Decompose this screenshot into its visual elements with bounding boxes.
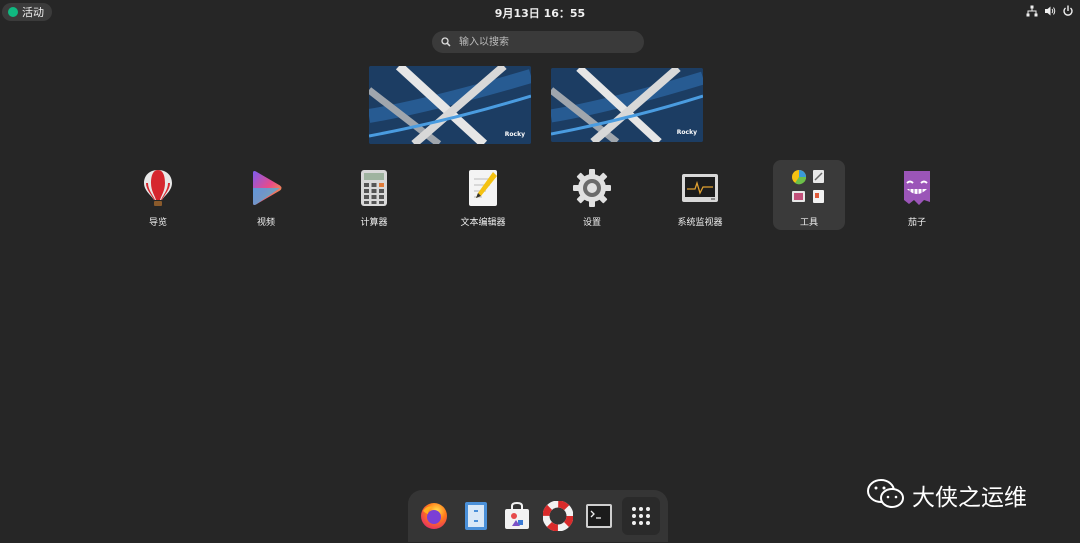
help-lifebuoy-icon bbox=[543, 501, 573, 531]
app-settings[interactable]: 设置 bbox=[556, 160, 628, 230]
app-label: 视频 bbox=[256, 218, 275, 228]
system-tray[interactable] bbox=[1026, 5, 1074, 17]
search-input[interactable] bbox=[457, 35, 641, 49]
search-bar[interactable] bbox=[432, 31, 644, 53]
workspace-brand-label: Rocky bbox=[676, 129, 697, 136]
workspace-thumbnail-1[interactable]: Rocky bbox=[369, 66, 531, 144]
hot-air-balloon-icon bbox=[144, 170, 172, 206]
search-icon bbox=[441, 37, 451, 47]
app-folder-tools[interactable]: 工具 bbox=[773, 160, 845, 230]
terminal-icon bbox=[586, 504, 612, 528]
files-icon bbox=[465, 502, 487, 530]
dock-terminal[interactable] bbox=[583, 500, 615, 532]
clock-button[interactable]: 9月13日 16：55 bbox=[495, 7, 585, 20]
app-system-monitor[interactable]: 系统监视器 bbox=[664, 160, 736, 230]
power-icon[interactable] bbox=[1062, 5, 1074, 17]
app-label: 文本编辑器 bbox=[460, 218, 506, 228]
app-tour[interactable]: 导览 bbox=[122, 160, 194, 230]
app-calculator[interactable]: 计算器 bbox=[338, 160, 410, 230]
workspace-thumbnail-2[interactable]: Rocky bbox=[551, 68, 703, 142]
dock-software[interactable] bbox=[501, 500, 533, 532]
cheese-icon bbox=[904, 171, 930, 205]
wechat-icon bbox=[867, 479, 904, 508]
video-play-icon bbox=[253, 171, 282, 205]
app-label: 茄子 bbox=[907, 218, 926, 228]
dock-firefox[interactable] bbox=[418, 500, 450, 532]
watermark: 大侠之运维 bbox=[866, 478, 1027, 512]
dock-show-apps[interactable] bbox=[622, 497, 660, 535]
dock-files[interactable] bbox=[460, 500, 492, 532]
gear-icon bbox=[573, 169, 611, 207]
software-center-icon bbox=[505, 501, 529, 529]
firefox-icon bbox=[421, 503, 447, 529]
network-icon[interactable] bbox=[1026, 5, 1038, 17]
app-label: 导览 bbox=[148, 218, 167, 228]
app-videos[interactable]: 视频 bbox=[230, 160, 302, 230]
show-apps-grid-icon bbox=[632, 507, 650, 525]
dock bbox=[408, 490, 668, 542]
app-label: 设置 bbox=[582, 218, 601, 228]
app-label: 计算器 bbox=[360, 218, 388, 228]
workspace-brand-label: Rocky bbox=[504, 131, 525, 138]
volume-icon[interactable] bbox=[1044, 5, 1056, 17]
system-monitor-icon bbox=[682, 174, 718, 202]
app-label: 工具 bbox=[799, 218, 818, 228]
dock-help[interactable] bbox=[542, 500, 574, 532]
calculator-icon bbox=[361, 170, 387, 206]
app-text-editor[interactable]: 文本编辑器 bbox=[447, 160, 519, 230]
tools-folder-icon bbox=[792, 170, 824, 203]
top-bar: 活动 9月13日 16：55 bbox=[0, 0, 1080, 24]
app-cheese[interactable]: 茄子 bbox=[881, 160, 953, 230]
clock-area: 9月13日 16：55 bbox=[0, 5, 1080, 21]
watermark-text: 大侠之运维 bbox=[912, 485, 1027, 511]
text-editor-icon bbox=[469, 170, 497, 206]
app-label: 系统监视器 bbox=[677, 218, 723, 228]
